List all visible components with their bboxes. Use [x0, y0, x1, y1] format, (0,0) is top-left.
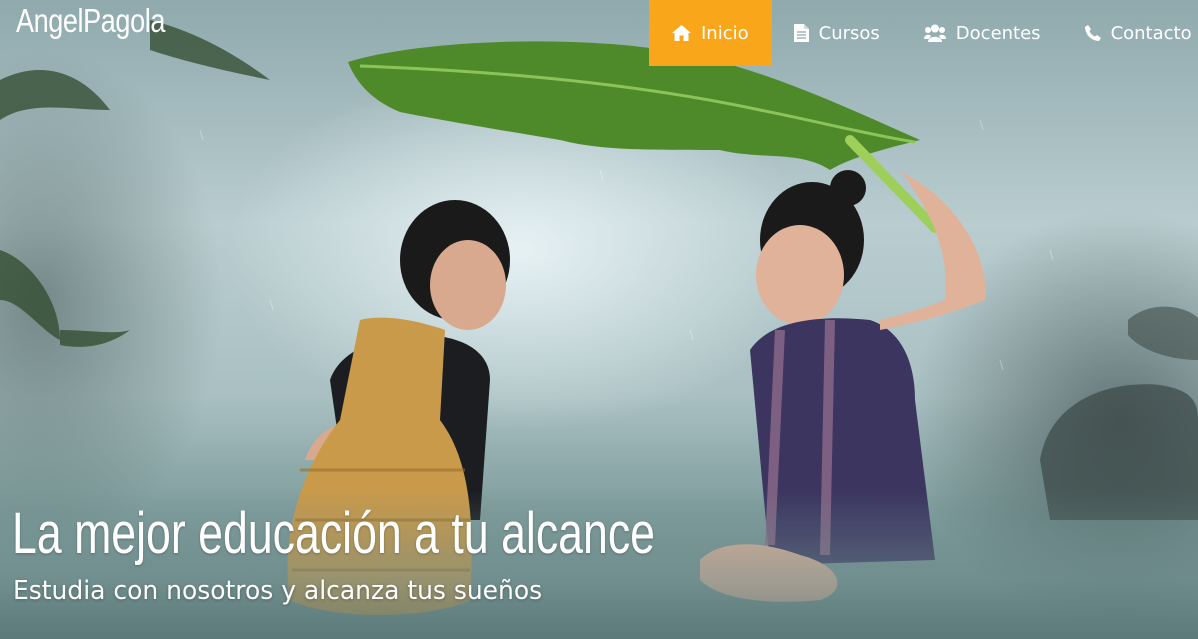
users-icon [923, 24, 946, 42]
home-icon [672, 25, 691, 41]
hero-subheadline: Estudia con nosotros y alcanza tus sueño… [13, 576, 543, 606]
nav-item-label: Contacto [1110, 22, 1192, 44]
hero-headline: La mejor educación a tu alcance [12, 501, 656, 566]
nav-item-contacto[interactable]: Contacto [1063, 0, 1198, 66]
nav-item-docentes[interactable]: Docentes [902, 0, 1063, 66]
main-navigation: Inicio Cursos Docentes Contacto [649, 0, 1198, 66]
file-icon [793, 24, 809, 42]
brand-logo[interactable]: AngelPagola [16, 2, 165, 40]
phone-icon [1084, 25, 1101, 41]
nav-item-label: Cursos [818, 22, 880, 44]
nav-item-label: Docentes [955, 22, 1041, 44]
nav-item-label: Inicio [701, 22, 749, 44]
nav-item-inicio[interactable]: Inicio [649, 0, 772, 66]
nav-item-cursos[interactable]: Cursos [772, 0, 902, 66]
